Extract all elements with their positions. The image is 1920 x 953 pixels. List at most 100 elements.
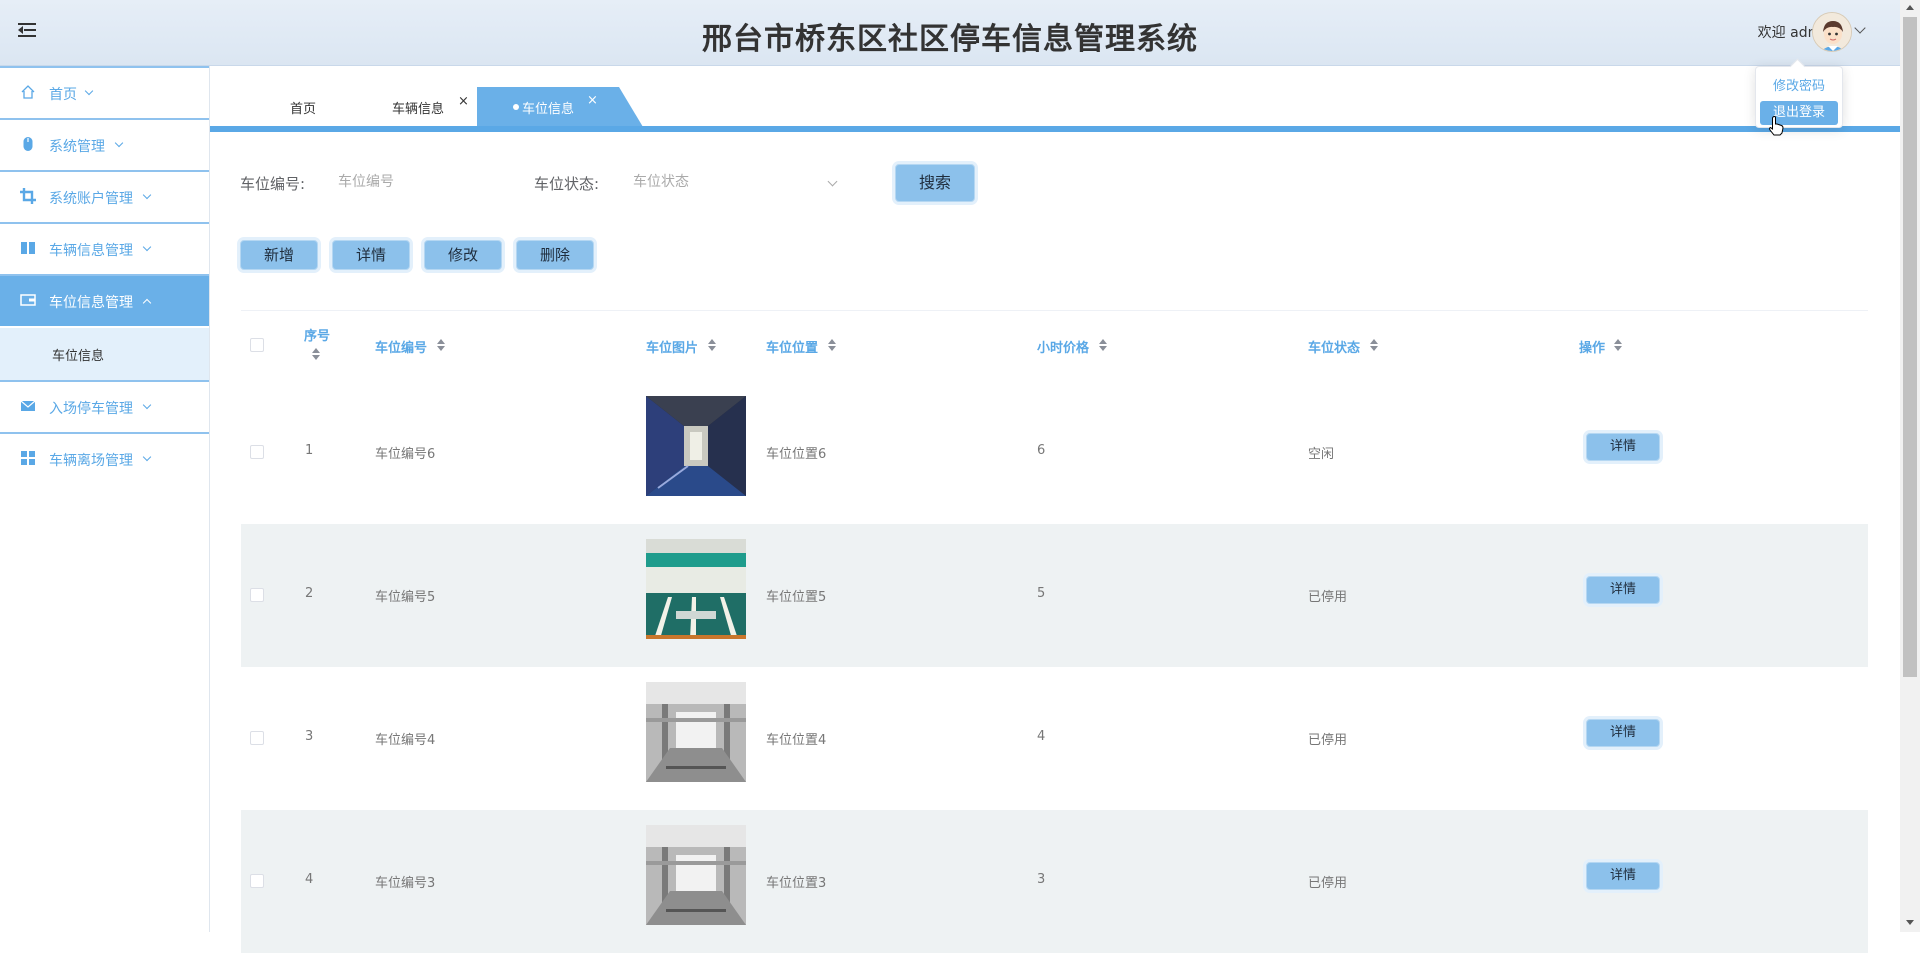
sidebar-subitem-label: 车位信息 bbox=[52, 349, 105, 364]
chevron-down-icon bbox=[142, 190, 152, 200]
row-code: 车位编号6 bbox=[375, 447, 436, 462]
user-avatar[interactable] bbox=[1812, 12, 1852, 52]
row-status: 已停用 bbox=[1308, 590, 1348, 605]
chevron-down-icon bbox=[142, 452, 152, 462]
row-price: 5 bbox=[1037, 586, 1046, 601]
sidebar: 首页 系统管理 系统账户管理 车辆信息管理 车位信息管理 车位信息 入场停车管理… bbox=[0, 66, 210, 932]
chevron-up-icon bbox=[142, 298, 152, 308]
sort-icon[interactable] bbox=[708, 339, 716, 351]
table-row: 3 车位编号4 车位位置4 4 已停用 详情 bbox=[241, 667, 1868, 810]
active-dot-icon bbox=[513, 104, 519, 110]
sort-icon[interactable] bbox=[312, 348, 320, 360]
sidebar-item-label: 系统账户管理 bbox=[49, 191, 133, 207]
tab-vehicle-info[interactable]: 车辆信息 bbox=[392, 98, 444, 117]
row-code: 车位编号4 bbox=[375, 733, 436, 748]
sidebar-item-vehicle-exit[interactable]: 车辆离场管理 bbox=[0, 432, 209, 484]
space-code-label: 车位编号: bbox=[240, 175, 306, 193]
sort-icon[interactable] bbox=[1614, 339, 1622, 351]
row-price: 4 bbox=[1037, 729, 1046, 744]
select-all-checkbox[interactable] bbox=[250, 338, 264, 352]
row-index: 3 bbox=[305, 729, 314, 744]
tab-label: 车位信息 bbox=[522, 102, 575, 117]
space-status-label: 车位状态: bbox=[534, 175, 600, 193]
system-title: 邢台市桥东区社区停车信息管理系统 bbox=[702, 22, 1198, 57]
row-price: 6 bbox=[1037, 443, 1046, 458]
row-detail-button[interactable]: 详情 bbox=[1586, 719, 1660, 747]
change-password-item[interactable]: 修改密码 bbox=[1760, 75, 1838, 99]
table-row: 2 车位编号5 车位位置5 5 已停用 详情 bbox=[241, 524, 1868, 667]
delete-button[interactable]: 删除 bbox=[516, 240, 594, 270]
parking-space-image bbox=[646, 539, 746, 639]
row-detail-button[interactable]: 详情 bbox=[1586, 433, 1660, 461]
sidebar-item-system[interactable]: 系统管理 bbox=[0, 118, 209, 170]
row-location: 车位位置3 bbox=[766, 876, 827, 891]
sidebar-item-entry-parking[interactable]: 入场停车管理 bbox=[0, 380, 209, 432]
tab-close-icon[interactable]: × bbox=[587, 93, 598, 108]
book-icon bbox=[21, 242, 35, 254]
hand-cursor-icon bbox=[1769, 116, 1784, 136]
row-index: 2 bbox=[305, 586, 314, 601]
sidebar-item-accounts[interactable]: 系统账户管理 bbox=[0, 170, 209, 222]
sidebar-item-home[interactable]: 首页 bbox=[0, 66, 209, 118]
chevron-down-icon bbox=[142, 400, 152, 410]
edit-button[interactable]: 修改 bbox=[424, 240, 502, 270]
row-index: 1 bbox=[305, 443, 314, 458]
row-location: 车位位置5 bbox=[766, 590, 827, 605]
grid-icon bbox=[21, 451, 35, 465]
wallet-icon bbox=[20, 294, 36, 306]
row-location: 车位位置4 bbox=[766, 733, 827, 748]
sort-icon[interactable] bbox=[1370, 339, 1378, 351]
vertical-scrollbar[interactable] bbox=[1900, 0, 1920, 932]
sidebar-item-label: 车位信息管理 bbox=[49, 295, 133, 311]
parking-space-image bbox=[646, 396, 746, 496]
sidebar-item-parking-spaces[interactable]: 车位信息管理 bbox=[0, 274, 209, 326]
row-status: 已停用 bbox=[1308, 876, 1348, 891]
sidebar-item-label: 系统管理 bbox=[49, 139, 105, 155]
row-status: 已停用 bbox=[1308, 733, 1348, 748]
row-checkbox[interactable] bbox=[250, 731, 264, 745]
chevron-down-icon bbox=[142, 242, 152, 252]
sidebar-item-vehicles[interactable]: 车辆信息管理 bbox=[0, 222, 209, 274]
row-detail-button[interactable]: 详情 bbox=[1586, 576, 1660, 604]
table-row: 1 车位编号6 车位位置6 6 空闲 详情 bbox=[241, 381, 1868, 524]
sidebar-item-label: 首页 bbox=[49, 87, 77, 103]
crop-icon bbox=[20, 188, 36, 204]
space-status-select[interactable] bbox=[633, 162, 843, 202]
detail-button[interactable]: 详情 bbox=[332, 240, 410, 270]
parking-space-table: 序号 车位编号 车位图片 车位位置 小时价格 车位状态 操作 1 车位编号6 车… bbox=[241, 310, 1868, 953]
row-code: 车位编号5 bbox=[375, 590, 436, 605]
add-button[interactable]: 新增 bbox=[240, 240, 318, 270]
sort-icon[interactable] bbox=[828, 339, 836, 351]
row-checkbox[interactable] bbox=[250, 445, 264, 459]
row-checkbox[interactable] bbox=[250, 874, 264, 888]
row-detail-button[interactable]: 详情 bbox=[1586, 862, 1660, 890]
parking-space-image bbox=[646, 682, 746, 782]
home-icon bbox=[21, 85, 35, 99]
row-status: 空闲 bbox=[1308, 447, 1335, 462]
tab-close-icon[interactable]: × bbox=[458, 94, 469, 109]
mouse-icon bbox=[23, 137, 33, 151]
sort-icon[interactable] bbox=[437, 339, 445, 351]
top-header: 邢台市桥东区社区停车信息管理系统 欢迎 admin bbox=[0, 0, 1900, 66]
sort-icon[interactable] bbox=[1099, 339, 1107, 351]
scroll-down-icon[interactable] bbox=[1906, 920, 1914, 925]
tab-parking-info[interactable]: 车位信息 × bbox=[477, 87, 643, 127]
sidebar-item-label: 车辆信息管理 bbox=[49, 243, 133, 259]
row-price: 3 bbox=[1037, 872, 1046, 887]
parking-space-image bbox=[646, 825, 746, 925]
scroll-up-icon[interactable] bbox=[1906, 5, 1914, 10]
envelope-icon bbox=[20, 400, 36, 411]
sidebar-subitem-parking-info[interactable]: 车位信息 bbox=[0, 328, 209, 380]
row-code: 车位编号3 bbox=[375, 876, 436, 891]
search-button[interactable]: 搜索 bbox=[895, 164, 975, 202]
chevron-down-icon bbox=[114, 138, 124, 148]
row-location: 车位位置6 bbox=[766, 447, 827, 462]
select-all-header bbox=[241, 311, 301, 381]
scrollbar-thumb[interactable] bbox=[1903, 17, 1917, 677]
chevron-down-icon bbox=[84, 86, 94, 96]
sidebar-item-label: 车辆离场管理 bbox=[49, 453, 133, 469]
space-code-input[interactable] bbox=[338, 162, 498, 202]
column-header-index[interactable]: 序号 bbox=[304, 311, 344, 381]
row-checkbox[interactable] bbox=[250, 588, 264, 602]
tab-home[interactable]: 首页 bbox=[290, 98, 316, 117]
